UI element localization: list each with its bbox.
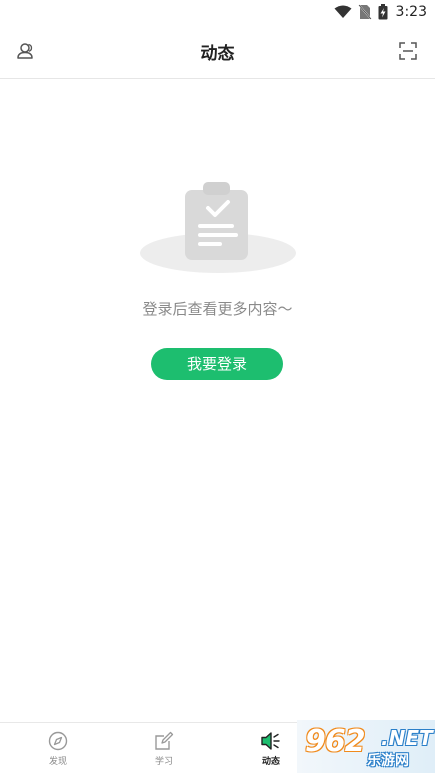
- tab-moments[interactable]: 动态: [241, 731, 301, 767]
- site-watermark-logo: 962 .NET 乐游网: [297, 720, 435, 773]
- clipboard-icon: [140, 182, 296, 273]
- edit-icon: [155, 731, 174, 750]
- watermark-number: 962: [305, 724, 366, 759]
- watermark-name: 乐游网: [367, 753, 409, 769]
- page-title: 动态: [200, 44, 235, 64]
- status-bar: 3:23: [0, 0, 435, 24]
- scan-icon: [399, 42, 417, 60]
- scan-button[interactable]: [395, 38, 421, 64]
- tab-study-label: 学习: [154, 757, 173, 767]
- tab-study[interactable]: 学习: [134, 731, 194, 767]
- no-sim-icon: [357, 4, 372, 20]
- speaker-icon: [261, 732, 280, 750]
- wifi-icon: [334, 5, 352, 18]
- watermark-suffix: .NET: [381, 726, 433, 750]
- empty-state-message: 登录后查看更多内容～: [142, 300, 293, 318]
- tab-moments-label: 动态: [261, 757, 280, 767]
- empty-state-illustration: [138, 178, 298, 278]
- status-time: 3:23: [395, 4, 427, 20]
- battery-charging-icon: [378, 4, 388, 20]
- tab-discover[interactable]: 发现: [28, 731, 88, 767]
- tab-discover-label: 发现: [48, 757, 67, 767]
- login-button[interactable]: 我要登录: [151, 348, 283, 380]
- status-icons: 3:23: [334, 3, 427, 21]
- compass-icon: [48, 731, 68, 751]
- header: 动态: [0, 24, 435, 79]
